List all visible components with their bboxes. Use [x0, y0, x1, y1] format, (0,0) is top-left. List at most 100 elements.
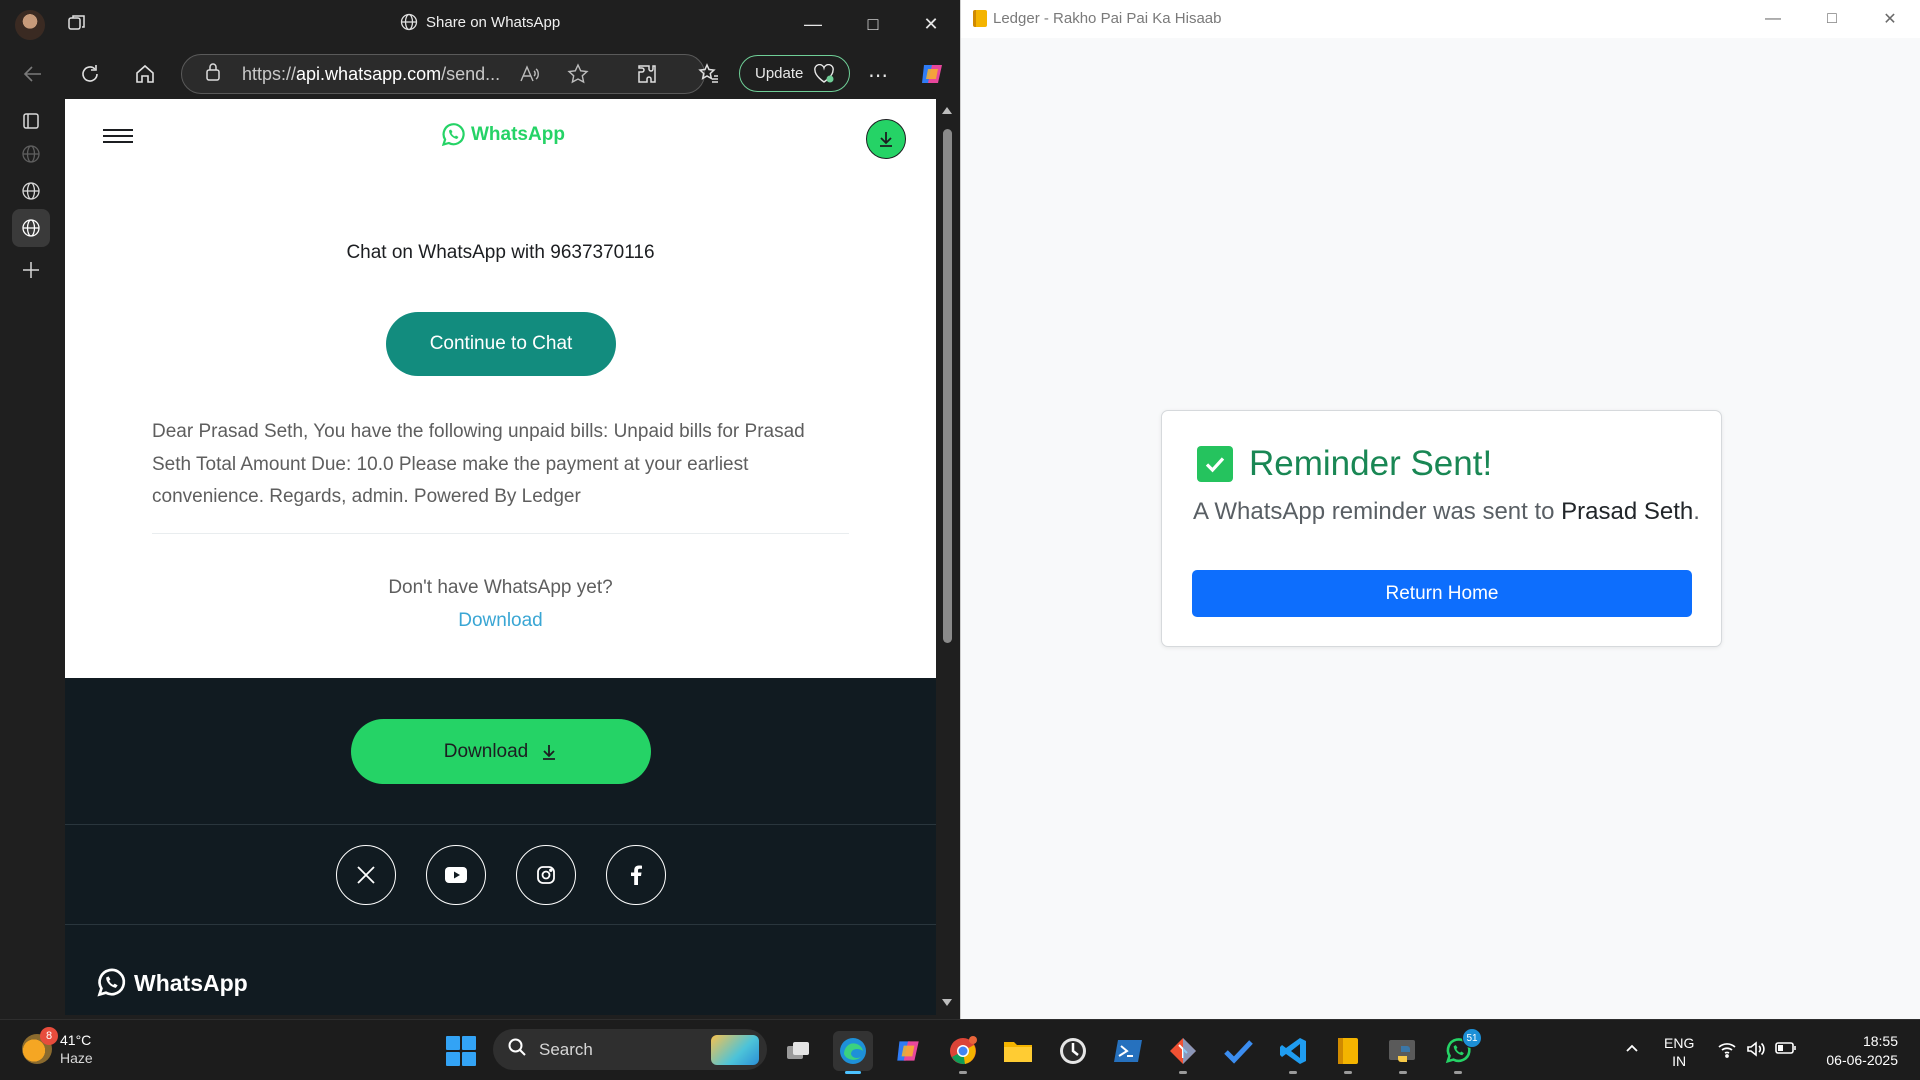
- download-link[interactable]: Download: [65, 610, 936, 632]
- health-heart-icon: [814, 63, 835, 83]
- scroll-down-arrow-icon[interactable]: [942, 999, 952, 1006]
- logo-text: WhatsApp: [471, 124, 565, 145]
- new-tab-plus-icon[interactable]: [12, 251, 50, 289]
- clock-app-icon[interactable]: [1053, 1031, 1093, 1071]
- reminder-sent-heading: Reminder Sent!: [1197, 444, 1492, 484]
- system-clock[interactable]: 18:55 06-06-2025: [1812, 1032, 1898, 1070]
- region-code: IN: [1672, 1053, 1687, 1069]
- weather-sun-icon: 8: [22, 1027, 58, 1064]
- download-app-button[interactable]: [866, 119, 906, 159]
- divider: [65, 924, 936, 925]
- python-icon[interactable]: [1383, 1031, 1423, 1074]
- download-arrow-icon: [543, 744, 556, 760]
- more-options-icon[interactable]: ⋯: [868, 63, 888, 88]
- edge-browser-icon[interactable]: [833, 1031, 873, 1074]
- windows-taskbar: 8 41°C Haze Search 51 ENG IN 18:55 06-06…: [0, 1019, 1920, 1080]
- vscode-icon[interactable]: [1273, 1031, 1313, 1074]
- footer-logo-text: WhatsApp: [134, 969, 248, 996]
- minimize-button[interactable]: —: [790, 0, 836, 49]
- scroll-up-arrow-icon[interactable]: [942, 107, 952, 114]
- ledger-titlebar: Ledger - Rakho Pai Pai Ka Hisaab — □ ✕: [961, 0, 1920, 38]
- ledger-app-icon[interactable]: [1328, 1031, 1368, 1074]
- update-label: Update: [755, 65, 804, 82]
- weather-badge: 8: [40, 1027, 58, 1045]
- extensions-icon[interactable]: [636, 63, 658, 85]
- chat-with-heading: Chat on WhatsApp with 9637370116: [346, 242, 655, 263]
- input-language[interactable]: ENG IN: [1664, 1034, 1694, 1070]
- weather-widget[interactable]: 8 41°C Haze: [22, 1027, 93, 1067]
- chrome-icon[interactable]: [943, 1031, 983, 1074]
- x-twitter-icon[interactable]: [336, 845, 396, 905]
- page-footer: Download WhatsApp: [65, 678, 936, 1015]
- battery-icon[interactable]: [1775, 1040, 1797, 1061]
- footer-download-button[interactable]: Download: [351, 719, 651, 784]
- hamburger-menu-icon[interactable]: [103, 129, 133, 147]
- maximize-button[interactable]: □: [850, 0, 896, 49]
- wifi-icon[interactable]: [1717, 1040, 1737, 1063]
- divider: [152, 533, 849, 534]
- vertical-tabs-sidebar: [0, 99, 64, 1019]
- temperature: 41°C: [60, 1032, 92, 1048]
- url-host: api.whatsapp.com: [296, 63, 442, 84]
- facebook-icon[interactable]: [606, 845, 666, 905]
- favorites-icon[interactable]: [698, 63, 720, 85]
- weather-text: 41°C Haze: [60, 1031, 93, 1067]
- divider: [65, 824, 936, 825]
- update-button[interactable]: Update: [739, 55, 850, 92]
- powershell-icon[interactable]: [1108, 1031, 1148, 1071]
- windows-start-icon[interactable]: [446, 1036, 476, 1066]
- recipient-name: Prasad Seth: [1561, 498, 1694, 525]
- copilot-app-icon[interactable]: [888, 1031, 928, 1071]
- home-icon[interactable]: [134, 63, 156, 85]
- search-label: Search: [539, 1039, 593, 1059]
- whatsapp-unread-badge: 51: [1462, 1028, 1482, 1048]
- footer-whatsapp-logo[interactable]: WhatsApp: [94, 966, 248, 1000]
- minimize-button[interactable]: —: [1744, 0, 1802, 38]
- file-explorer-icon[interactable]: [998, 1031, 1038, 1071]
- whatsapp-icon: [97, 968, 126, 997]
- whatsapp-app-icon[interactable]: 51: [1438, 1028, 1482, 1074]
- reminder-sent-card: Reminder Sent! A WhatsApp reminder was s…: [1161, 410, 1722, 647]
- lock-icon[interactable]: [204, 62, 224, 87]
- footer-download-label: Download: [443, 740, 529, 762]
- read-aloud-icon[interactable]: [518, 63, 540, 90]
- whatsapp-icon: [441, 123, 465, 147]
- clock-date: 06-06-2025: [1826, 1052, 1898, 1068]
- workspaces-icon[interactable]: [66, 12, 88, 34]
- favorite-star-icon[interactable]: [567, 63, 589, 90]
- url-path: /send...: [441, 63, 501, 84]
- close-button[interactable]: ✕: [908, 0, 954, 49]
- whatsapp-logo[interactable]: WhatsApp: [439, 121, 565, 149]
- url-text: https://api.whatsapp.com/send...: [242, 64, 500, 85]
- vertical-tab-globe-icon[interactable]: [12, 172, 50, 210]
- instagram-icon[interactable]: [516, 845, 576, 905]
- page-scrollbar[interactable]: [936, 99, 958, 1015]
- scroll-thumb[interactable]: [943, 129, 952, 643]
- show-hidden-icons-chevron-icon[interactable]: [1624, 1040, 1640, 1061]
- ledger-window-title: Ledger - Rakho Pai Pai Ka Hisaab: [973, 10, 1221, 27]
- tab-title[interactable]: Share on WhatsApp: [400, 13, 560, 31]
- task-view-icon[interactable]: [778, 1031, 818, 1071]
- refresh-icon[interactable]: [79, 63, 101, 85]
- maximize-button[interactable]: □: [1803, 0, 1861, 38]
- vertical-tab-globe-icon[interactable]: [12, 135, 50, 173]
- page-header: WhatsApp: [65, 99, 936, 174]
- reminder-description: A WhatsApp reminder was sent to Prasad S…: [1193, 498, 1700, 526]
- edge-toolbar: https://api.whatsapp.com/send... Update …: [0, 49, 960, 99]
- profile-avatar[interactable]: [15, 10, 45, 40]
- volume-icon[interactable]: [1746, 1040, 1766, 1063]
- back-icon[interactable]: [22, 63, 44, 85]
- search-highlight-image: [711, 1035, 759, 1065]
- vertical-tab-active-globe-icon[interactable]: [12, 209, 50, 247]
- address-bar[interactable]: https://api.whatsapp.com/send...: [181, 54, 705, 94]
- continue-to-chat-button[interactable]: Continue to Chat: [386, 312, 616, 376]
- youtube-icon[interactable]: [426, 845, 486, 905]
- copilot-icon[interactable]: [918, 61, 946, 87]
- close-button[interactable]: ✕: [1861, 0, 1919, 38]
- download-link-text[interactable]: Download: [458, 610, 543, 631]
- taskbar-search-box[interactable]: Search: [493, 1029, 767, 1070]
- return-home-button[interactable]: Return Home: [1192, 570, 1692, 617]
- ledger-book-icon: [973, 10, 987, 27]
- git-icon[interactable]: [1163, 1031, 1203, 1074]
- todo-checkmark-icon[interactable]: [1218, 1031, 1258, 1071]
